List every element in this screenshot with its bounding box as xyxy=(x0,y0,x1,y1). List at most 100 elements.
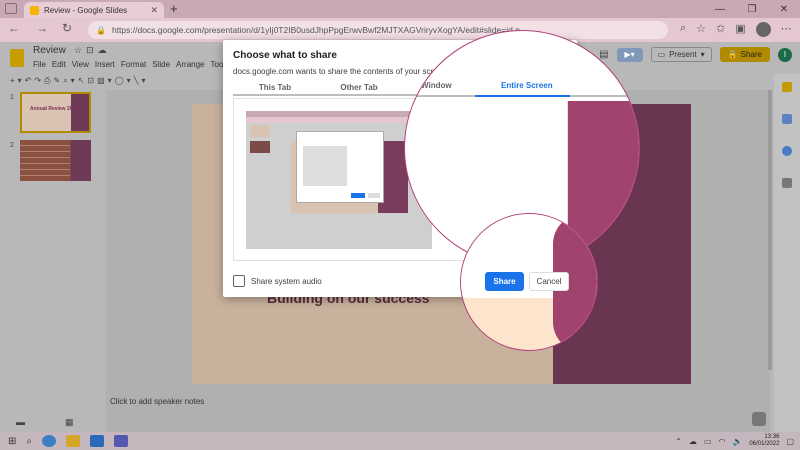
system-clock[interactable]: 13:36 06/01/2022 xyxy=(749,434,779,448)
paint-format-icon[interactable]: ✎ xyxy=(54,76,64,85)
windows-start-icon[interactable]: ⊞ xyxy=(8,436,16,447)
image-icon[interactable]: ▨▾ xyxy=(97,76,115,85)
extensions-icon[interactable]: ☆ xyxy=(696,22,706,37)
chevron-down-icon: ▾ xyxy=(700,50,705,59)
thumb-dialog-preview xyxy=(303,146,347,186)
dialog-subtitle: docs.google.com wants to share the conte… xyxy=(233,67,449,76)
menu-view[interactable]: View xyxy=(72,60,89,69)
browser-profile-avatar[interactable] xyxy=(755,22,771,37)
thumbnail-image xyxy=(20,140,70,181)
thumb-dialog xyxy=(296,131,384,203)
more-menu-icon[interactable]: ⋯ xyxy=(781,22,792,37)
volume-icon[interactable]: 🔈 xyxy=(732,437,742,446)
onedrive-icon[interactable]: ☁ xyxy=(689,437,697,446)
select-tool-icon[interactable]: ↖ xyxy=(78,76,88,85)
filmstrip: 1 Annual Review 2021 2 xyxy=(0,90,106,432)
close-window-icon[interactable]: ✕ xyxy=(768,0,800,18)
collections-icon[interactable]: ▣ xyxy=(735,22,745,37)
present-icon: ▭ xyxy=(657,50,666,59)
menu-format[interactable]: Format xyxy=(121,60,146,69)
address-bar-row: ← → ↻ 🔒 https://docs.google.com/presenta… xyxy=(0,18,800,42)
favorites-icon[interactable]: ✩ xyxy=(716,22,725,37)
new-slide-icon[interactable]: +▾ xyxy=(10,76,25,85)
explore-icon[interactable] xyxy=(752,412,766,426)
doc-status-icons: ☆⊡☁ xyxy=(74,45,111,56)
grid-view-icon[interactable]: ▦ xyxy=(65,417,74,428)
chevron-up-icon[interactable]: ⌃ xyxy=(675,437,682,446)
menu-file[interactable]: File xyxy=(33,60,46,69)
comments-icon[interactable]: ▤ xyxy=(599,49,608,60)
menu-arrange[interactable]: Arrange xyxy=(176,60,204,69)
menu-slide[interactable]: Slide xyxy=(152,60,170,69)
new-tab-button[interactable]: + xyxy=(170,1,178,16)
undo-icon[interactable]: ↶ xyxy=(25,76,35,85)
print-icon[interactable]: ⎙ xyxy=(44,76,53,85)
outlook-icon[interactable] xyxy=(90,435,104,447)
redo-icon[interactable]: ↷ xyxy=(34,76,44,85)
contacts-icon[interactable] xyxy=(782,146,792,156)
back-icon[interactable]: ← xyxy=(8,21,20,35)
filmstrip-view-icon[interactable]: ▬ xyxy=(16,417,25,427)
teams-icon[interactable] xyxy=(114,435,128,447)
vertical-scrollbar[interactable] xyxy=(768,90,772,370)
slide-thumbnail-1[interactable]: Annual Review 2021 xyxy=(20,92,91,133)
document-title[interactable]: Review xyxy=(33,45,66,56)
zoom-icon[interactable]: ⌕ xyxy=(680,22,686,37)
slide-thumbnail-2[interactable] xyxy=(20,140,91,181)
tab-other-tab[interactable]: Other Tab xyxy=(317,82,401,94)
speaker-notes[interactable]: Click to add speaker notes xyxy=(106,392,770,412)
textbox-icon[interactable]: ⊡ xyxy=(87,76,97,85)
magnified-share-button: Share xyxy=(485,272,524,291)
thumb-share-button xyxy=(351,193,365,198)
taskbar: ⊞ ⌕ ⌃ ☁ ▭ ◠ 🔈 13:36 06/01/2022 ▢ xyxy=(0,432,800,450)
wifi-icon[interactable]: ◠ xyxy=(718,437,725,446)
toolbar-icons: +▾↶↷⎙✎⌕▾↖⊡▨▾◯▾╲▾ xyxy=(10,76,149,86)
edge-icon[interactable] xyxy=(42,435,56,447)
close-tab-icon[interactable]: ✕ xyxy=(150,5,158,16)
browser-tab[interactable]: Review - Google Slides ✕ xyxy=(24,2,164,18)
thumbnail-accent xyxy=(71,94,89,131)
url-text: https://docs.google.com/presentation/d/1… xyxy=(111,25,520,35)
menu-edit[interactable]: Edit xyxy=(52,60,66,69)
share-audio-label: Share system audio xyxy=(251,277,322,286)
zoom-tool-icon[interactable]: ⌕▾ xyxy=(63,76,78,85)
thumb-address-bar xyxy=(246,117,432,123)
taskbar-apps: ⊞ ⌕ xyxy=(0,435,128,447)
thumb-slide-1 xyxy=(250,125,270,137)
magnified-window-tab: Window xyxy=(421,81,452,90)
share-doc-button[interactable]: 🔒 Share xyxy=(719,47,770,62)
forward-icon[interactable]: → xyxy=(36,21,48,35)
keep-icon[interactable] xyxy=(782,82,792,92)
present-button[interactable]: ▭ Present ▾ xyxy=(650,47,712,62)
search-icon[interactable]: ⌕ xyxy=(26,436,32,447)
shape-icon[interactable]: ◯▾ xyxy=(115,76,134,85)
dialog-title: Choose what to share xyxy=(233,50,337,61)
minimize-icon[interactable]: — xyxy=(704,0,736,18)
cloud-icon: ☁ xyxy=(97,45,111,55)
battery-icon[interactable]: ▭ xyxy=(704,437,712,446)
meet-button[interactable]: ▶▾ xyxy=(616,47,643,62)
reload-icon[interactable]: ↻ xyxy=(62,21,72,35)
present-label: Present xyxy=(669,50,697,59)
view-toggles: ▬ ▦ xyxy=(0,412,106,432)
line-icon[interactable]: ╲▾ xyxy=(134,76,149,85)
user-avatar[interactable]: I xyxy=(778,47,792,62)
file-explorer-icon[interactable] xyxy=(66,435,80,447)
lock-icon: 🔒 xyxy=(727,50,738,59)
tasks-icon[interactable] xyxy=(782,114,792,124)
url-field[interactable]: 🔒 https://docs.google.com/presentation/d… xyxy=(88,21,668,39)
menu-insert[interactable]: Insert xyxy=(95,60,115,69)
header-actions: 〰 ▤ ▶▾ ▭Present▾ 🔒Share I xyxy=(581,47,792,62)
share-audio-checkbox[interactable] xyxy=(233,275,245,287)
move-icon[interactable]: ⊡ xyxy=(86,45,98,55)
slides-logo-icon[interactable] xyxy=(10,49,24,67)
tab-actions-icon[interactable] xyxy=(5,3,17,14)
notifications-icon[interactable]: ▢ xyxy=(786,437,794,446)
add-ons-icon[interactable] xyxy=(782,178,792,188)
maximize-icon[interactable]: ❐ xyxy=(736,0,768,18)
browser-toolbar-icons: ⌕ ☆ ✩ ▣ ⋯ xyxy=(680,22,792,37)
share-doc-label: Share xyxy=(740,50,762,59)
star-icon[interactable]: ☆ xyxy=(74,45,86,55)
tab-this-tab[interactable]: This Tab xyxy=(233,82,317,94)
browser-tab-strip: Review - Google Slides ✕ + — ❐ ✕ xyxy=(0,0,800,18)
